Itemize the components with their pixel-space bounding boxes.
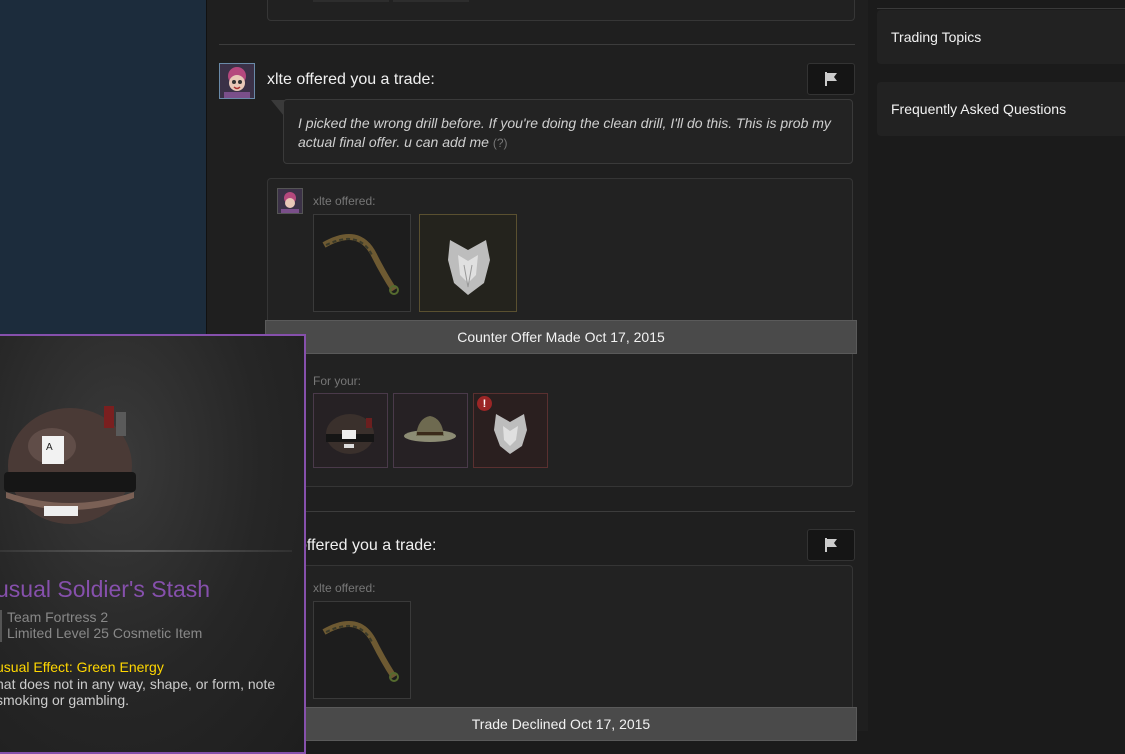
- item-tooltip: A usual Soldier's Stash Team Fortress 2 …: [0, 334, 306, 754]
- trade-offers-column: xlte offered you a trade: I picked the w…: [207, 0, 868, 741]
- soldier-stash-item-icon: [326, 414, 374, 454]
- flag-icon: [825, 538, 837, 552]
- flag-icon: [825, 72, 837, 86]
- offered-label: xlte offered:: [313, 581, 376, 595]
- tooltip-item-type: Limited Level 25 Cosmetic Item: [7, 625, 203, 641]
- requested-item[interactable]: [313, 393, 388, 468]
- report-flag-button[interactable]: [807, 529, 855, 561]
- offer-title: xlte offered you a trade:: [267, 71, 435, 88]
- previous-trade-box: [267, 0, 855, 21]
- drill-item-icon: [322, 621, 399, 682]
- offer-title: offered you a trade:: [298, 537, 437, 554]
- tooltip-separator: [0, 550, 292, 552]
- requested-item[interactable]: !: [473, 393, 548, 468]
- for-your-label: For your:: [313, 374, 362, 388]
- divider: [219, 511, 855, 512]
- campaign-hat-item-icon: [404, 416, 456, 442]
- offered-item[interactable]: [419, 214, 517, 312]
- avatar[interactable]: [219, 63, 255, 99]
- trade-message-text: I picked the wrong drill before. If you'…: [298, 115, 831, 150]
- trade-status-bar: Counter Offer Made Oct 17, 2015: [265, 320, 857, 354]
- svg-text:A: A: [46, 442, 53, 453]
- game-indicator: [0, 610, 2, 642]
- divider: [877, 8, 1125, 9]
- avatar-small: [277, 188, 303, 214]
- item-slot-remnant: [313, 0, 389, 2]
- help-link[interactable]: (?): [493, 136, 508, 150]
- offered-item[interactable]: [313, 601, 411, 699]
- divider: [219, 44, 855, 45]
- drill-item-icon: [322, 234, 399, 295]
- offered-label: xlte offered:: [313, 194, 376, 208]
- soldier-stash-item-image: A: [4, 406, 136, 524]
- tooltip-unusual-effect: usual Effect: Green Energy: [0, 659, 164, 675]
- offered-item[interactable]: [313, 214, 411, 312]
- report-flag-button[interactable]: [807, 63, 855, 95]
- trade-message: I picked the wrong drill before. If you'…: [283, 99, 853, 164]
- item-slot-remnant: [393, 0, 469, 2]
- tooltip-description: hat does not in any way, shape, or form,…: [0, 676, 276, 708]
- exclamation-icon: !: [477, 396, 492, 411]
- sidebar-item-trading-topics[interactable]: Trading Topics: [877, 10, 1125, 64]
- right-sidebar: Trading Topics Frequently Asked Question…: [868, 0, 1125, 731]
- requested-item[interactable]: [393, 393, 468, 468]
- beard-item-icon: [448, 240, 490, 295]
- tooltip-game: Team Fortress 2: [7, 609, 109, 625]
- trade-status-bar: Trade Declined Oct 17, 2015: [265, 707, 857, 741]
- sidebar-item-faq[interactable]: Frequently Asked Questions: [877, 82, 1125, 136]
- tooltip-item-name: usual Soldier's Stash: [0, 576, 211, 602]
